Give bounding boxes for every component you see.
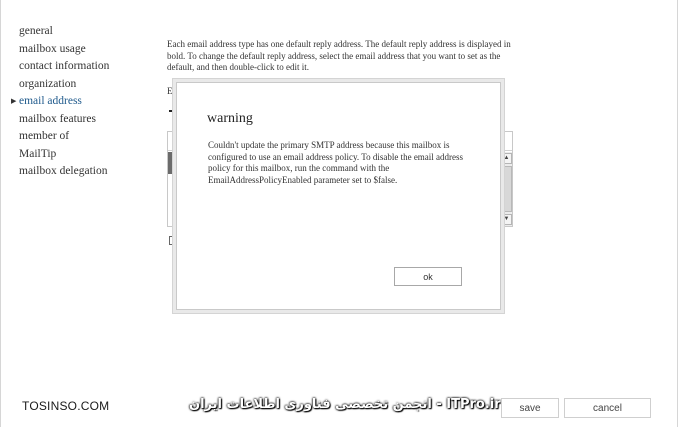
scroll-down-icon[interactable]: ▼ bbox=[501, 214, 512, 225]
nav-item-label: organization bbox=[19, 77, 77, 90]
active-arrow-icon: ▶ bbox=[11, 97, 17, 105]
nav-item-organization[interactable]: organization bbox=[19, 76, 149, 94]
nav-item-general[interactable]: general bbox=[19, 23, 149, 41]
nav-item-label: mailbox usage bbox=[19, 42, 86, 55]
nav-item-mailbox-delegation[interactable]: mailbox delegation bbox=[19, 163, 149, 181]
dialog-message: Couldn't update the primary SMTP address… bbox=[208, 140, 464, 185]
nav-item-contact-information[interactable]: contact information bbox=[19, 58, 149, 76]
watermark-tosinso: TOSINSO.COM bbox=[22, 399, 110, 413]
warning-dialog: warning Couldn't update the primary SMTP… bbox=[176, 82, 501, 310]
sidebar-nav: general mailbox usage contact informatio… bbox=[11, 23, 149, 181]
nav-item-mailtip[interactable]: MailTip bbox=[19, 146, 149, 164]
nav-item-label: contact information bbox=[19, 60, 110, 72]
nav-item-label: email address bbox=[19, 95, 82, 107]
scroll-thumb[interactable] bbox=[501, 166, 512, 212]
watermark-itpro: انجمن تخصصی فناوری اطلاعات ایران - ITPro… bbox=[189, 397, 501, 412]
cancel-button[interactable]: cancel bbox=[564, 398, 651, 418]
nav-item-label: mailbox delegation bbox=[19, 165, 108, 177]
nav-item-label: mailbox features bbox=[19, 112, 96, 125]
mailbox-properties-page: general mailbox usage contact informatio… bbox=[0, 0, 678, 427]
save-button[interactable]: save bbox=[501, 398, 559, 418]
nav-item-label: member of bbox=[19, 130, 70, 142]
email-address-field-label: Er bbox=[167, 86, 176, 96]
nav-item-label: general bbox=[19, 25, 53, 37]
ok-button[interactable]: ok bbox=[394, 267, 462, 286]
nav-item-mailbox-features[interactable]: mailbox features bbox=[19, 111, 149, 129]
section-description: Each email address type has one default … bbox=[167, 39, 511, 72]
dialog-title: warning bbox=[207, 111, 253, 126]
nav-item-email-address[interactable]: ▶ email address bbox=[11, 93, 149, 111]
nav-item-label: MailTip bbox=[19, 147, 57, 160]
nav-item-mailbox-usage[interactable]: mailbox usage bbox=[19, 41, 149, 59]
scroll-up-icon[interactable]: ▲ bbox=[501, 153, 512, 164]
nav-item-member-of[interactable]: member of bbox=[19, 128, 149, 146]
